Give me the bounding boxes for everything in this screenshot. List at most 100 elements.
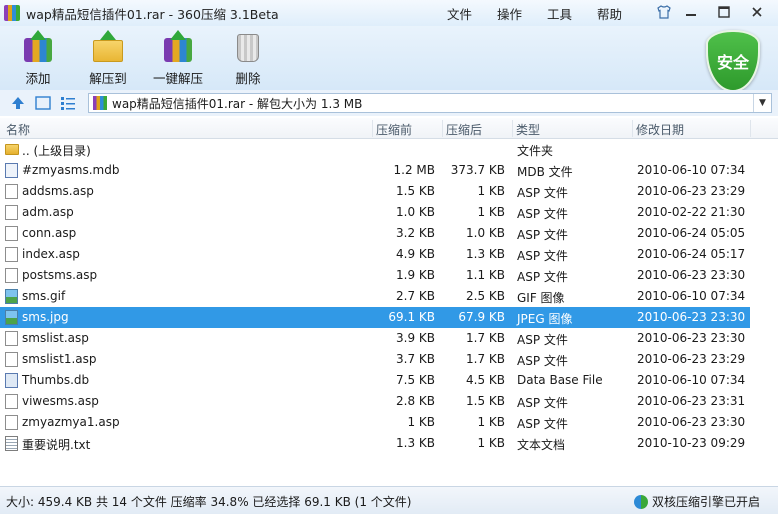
file-name: Thumbs.db — [22, 373, 90, 387]
file-type: ASP 文件 — [517, 270, 568, 284]
table-row[interactable]: smslist.asp 3.9 KB 1.7 KB ASP 文件 2010-06-23 … — [0, 328, 750, 349]
file-compressed-size: 69.1 KB — [388, 310, 435, 324]
folder-icon — [5, 144, 19, 155]
chevron-down-icon[interactable]: ▼ — [753, 94, 771, 112]
file-icon — [5, 331, 18, 346]
list-view-icon[interactable] — [60, 95, 76, 111]
table-row[interactable]: 重要说明.txt 1.3 KB 1 KB 文本文档 2010-10-23 09:29 — [0, 433, 750, 454]
engine-status[interactable]: 双核压缩引擎已开启 — [633, 493, 760, 510]
file-icon — [5, 226, 18, 241]
menu-file[interactable]: 文件 — [447, 4, 497, 23]
file-compressed-size: 1 KB — [407, 415, 435, 429]
file-type: Data Base File — [517, 373, 603, 387]
skin-shirt-icon[interactable] — [653, 2, 675, 22]
file-type: ASP 文件 — [517, 186, 568, 200]
file-compressed-size: 2.8 KB — [396, 394, 435, 408]
up-folder-icon[interactable] — [10, 95, 26, 111]
file-type: MDB 文件 — [517, 165, 573, 179]
table-row[interactable]: zmyazmya1.asp 1 KB 1 KB ASP 文件 2010-06-23 23… — [0, 412, 750, 433]
file-type: 文件夹 — [517, 144, 554, 158]
table-row[interactable]: adm.asp 1.0 KB 1 KB ASP 文件 2010-02-22 21:30 — [0, 202, 750, 223]
column-name[interactable]: 名称 — [6, 121, 30, 138]
column-packed[interactable]: 压缩后 — [446, 121, 482, 138]
thumbnail-view-icon[interactable] — [35, 95, 51, 111]
file-type: ASP 文件 — [517, 228, 568, 242]
delete-button[interactable]: 删除 — [216, 30, 280, 88]
file-icon — [5, 352, 18, 367]
add-archive-icon — [21, 30, 55, 64]
title-bar: wap精品短信插件01.rar - 360压缩 3.1Beta 文件 操作 工具… — [0, 0, 778, 26]
one-click-extract-label: 一键解压 — [152, 71, 203, 86]
archive-icon — [93, 96, 107, 110]
one-click-extract-button[interactable]: 一键解压 — [146, 30, 210, 88]
file-modified-date: 2010-06-24 05:05 — [637, 226, 746, 240]
file-packed-size: 1.0 KB — [466, 226, 505, 240]
file-icon — [5, 184, 18, 199]
engine-status-label: 双核压缩引擎已开启 — [651, 495, 760, 509]
add-button[interactable]: 添加 — [6, 30, 70, 88]
status-bar: 大小: 459.4 KB 共 14 个文件 压缩率 34.8% 已经选择 69.… — [0, 486, 778, 514]
close-icon[interactable] — [746, 2, 768, 22]
file-packed-size: 1.3 KB — [466, 247, 505, 261]
table-row[interactable]: Thumbs.db 7.5 KB 4.5 KB Data Base File 2010-… — [0, 370, 750, 391]
table-row[interactable]: #zmyasms.mdb 1.2 MB 373.7 KB MDB 文件 2010-06-… — [0, 160, 750, 181]
file-name: zmyazmya1.asp — [22, 415, 120, 429]
extract-to-label: 解压到 — [89, 71, 127, 86]
file-packed-size: 1 KB — [477, 436, 505, 450]
file-compressed-size: 3.7 KB — [396, 352, 435, 366]
table-row[interactable]: postsms.asp 1.9 KB 1.1 KB ASP 文件 2010-06-23 … — [0, 265, 750, 286]
menu-help[interactable]: 帮助 — [597, 4, 647, 23]
file-name: smslist1.asp — [22, 352, 97, 366]
column-type[interactable]: 类型 — [516, 121, 540, 138]
mdb-file-icon — [5, 163, 18, 178]
menu-bar: 文件 操作 工具 帮助 — [447, 4, 647, 23]
table-row[interactable]: conn.asp 3.2 KB 1.0 KB ASP 文件 2010-06-24 05:… — [0, 223, 750, 244]
table-row[interactable]: sms.jpg 69.1 KB 67.9 KB JPEG 图像 2010-06-23 2… — [0, 307, 750, 328]
file-modified-date: 2010-06-23 23:30 — [637, 310, 746, 324]
path-field[interactable]: wap精品短信插件01.rar - 解包大小为 1.3 MB ▼ — [88, 93, 772, 113]
file-compressed-size: 1.5 KB — [396, 184, 435, 198]
file-modified-date: 2010-06-23 23:29 — [637, 352, 746, 366]
file-modified-date: 2010-06-23 23:30 — [637, 268, 746, 282]
table-row[interactable]: addsms.asp 1.5 KB 1 KB ASP 文件 2010-06-23 23:… — [0, 181, 750, 202]
file-name: viwesms.asp — [22, 394, 99, 408]
menu-tools[interactable]: 工具 — [547, 4, 597, 23]
column-header: 名称 压缩前 压缩后 类型 修改日期 — [0, 118, 778, 139]
column-modified[interactable]: 修改日期 — [636, 121, 684, 138]
table-row[interactable]: viwesms.asp 2.8 KB 1.5 KB ASP 文件 2010-06-23 … — [0, 391, 750, 412]
file-name: adm.asp — [22, 205, 74, 219]
security-label: 安全 — [716, 53, 749, 72]
file-packed-size: 1 KB — [477, 205, 505, 219]
file-modified-date: 2010-06-10 07:34 — [637, 163, 746, 177]
file-compressed-size: 4.9 KB — [396, 247, 435, 261]
file-modified-date: 2010-06-23 23:30 — [637, 331, 746, 345]
file-packed-size: 1.5 KB — [466, 394, 505, 408]
file-modified-date: 2010-02-22 21:30 — [637, 205, 746, 219]
table-row[interactable]: .. (上级目录) 文件夹 — [0, 139, 750, 160]
image-icon — [5, 289, 18, 304]
file-packed-size: 2.5 KB — [466, 289, 505, 303]
file-modified-date: 2010-06-10 07:34 — [637, 373, 746, 387]
trash-icon — [231, 30, 265, 64]
delete-label: 删除 — [235, 71, 261, 86]
file-type: GIF 图像 — [517, 291, 565, 305]
table-row[interactable]: index.asp 4.9 KB 1.3 KB ASP 文件 2010-06-24 05… — [0, 244, 750, 265]
file-modified-date: 2010-06-23 23:31 — [637, 394, 746, 408]
table-row[interactable]: smslist1.asp 3.7 KB 1.7 KB ASP 文件 2010-06-23… — [0, 349, 750, 370]
column-compressed[interactable]: 压缩前 — [376, 121, 412, 138]
rar-app-icon — [4, 5, 20, 21]
file-type: ASP 文件 — [517, 354, 568, 368]
file-packed-size: 1 KB — [477, 184, 505, 198]
file-compressed-size: 3.2 KB — [396, 226, 435, 240]
minimize-icon[interactable] — [680, 2, 702, 22]
file-packed-size: 1.7 KB — [466, 352, 505, 366]
file-compressed-size: 1.0 KB — [396, 205, 435, 219]
table-row[interactable]: sms.gif 2.7 KB 2.5 KB GIF 图像 2010-06-10 07:3… — [0, 286, 750, 307]
maximize-icon[interactable] — [713, 2, 735, 22]
extract-to-button[interactable]: 解压到 — [76, 30, 140, 88]
menu-operate[interactable]: 操作 — [497, 4, 547, 23]
file-list: 名称 压缩前 压缩后 类型 修改日期 .. (上级目录) 文件夹 #zmyasms.… — [0, 118, 778, 486]
file-packed-size: 373.7 KB — [450, 163, 505, 177]
file-icon — [5, 268, 18, 283]
file-compressed-size: 1.9 KB — [396, 268, 435, 282]
